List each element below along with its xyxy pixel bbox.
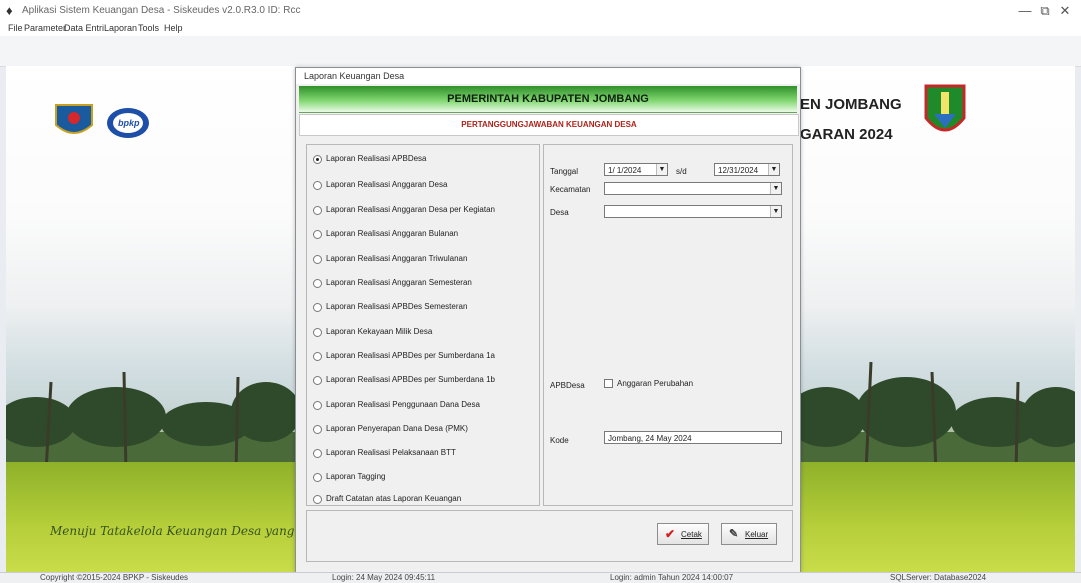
kode-label: Kode (550, 436, 569, 445)
radio-icon (313, 181, 322, 190)
radio-icon (313, 230, 322, 239)
cetak-button[interactable]: ✔ Cetak (657, 523, 709, 545)
app-icon: ♦ (6, 3, 13, 18)
window-title: Aplikasi Sistem Keuangan Desa - Siskeude… (22, 5, 301, 16)
toolbar (0, 36, 1081, 67)
region-heading-2: GARAN 2024 (800, 126, 893, 143)
exit-pen-icon: ✎ (729, 528, 739, 540)
anggaran-perubahan-checkbox[interactable]: Anggaran Perubahan (604, 379, 694, 389)
radio-icon (313, 449, 322, 458)
radio-icon (313, 328, 322, 337)
desa-label: Desa (550, 208, 569, 217)
region-heading-1: EN JOMBANG (800, 96, 902, 113)
menu-bar: File Parameter Data Entri Laporan Tools … (0, 22, 1081, 36)
status-database: SQLServer: Database2024 (890, 573, 987, 582)
date-from-value: 1/ 1/2024 (608, 166, 642, 175)
report-options-panel: Laporan Realisasi APBDesa Laporan Realis… (306, 144, 540, 506)
subbanner-text: PERTANGGUNGJAWABAN KEUANGAN DESA (461, 120, 637, 129)
dialog-subbanner: PERTANGGUNGJAWABAN KEUANGAN DESA (299, 114, 799, 136)
radio-icon (313, 279, 322, 288)
checkmark-icon: ✔ (665, 527, 676, 541)
radio-icon (313, 206, 322, 215)
dialog-banner: PEMERINTAH KABUPATEN JOMBANG (299, 86, 797, 113)
desa-select[interactable]: ▼ (604, 205, 782, 218)
apbdesa-label: APBDesa (550, 381, 585, 390)
dialog-titlebar: Laporan Keuangan Desa (296, 68, 800, 84)
radio-icon (313, 495, 322, 504)
status-user: Login: admin Tahun 2024 14:00:07 (610, 573, 734, 582)
emblem-logo (52, 103, 96, 141)
window-titlebar: ♦ Aplikasi Sistem Keuangan Desa - Siskeu… (0, 0, 1081, 22)
laporan-dialog: Laporan Keuangan Desa PEMERINTAH KABUPAT… (295, 67, 801, 573)
menu-laporan[interactable]: Laporan (104, 23, 137, 33)
kecamatan-label: Kecamatan (550, 185, 591, 194)
chevron-down-icon[interactable]: ▼ (770, 206, 781, 217)
kode-input[interactable]: Jombang, 24 May 2024 (604, 431, 782, 444)
checkbox-icon (604, 379, 613, 389)
radio-selected-icon (313, 155, 322, 164)
menu-file[interactable]: File (8, 23, 23, 33)
radio-icon (313, 255, 322, 264)
report-parameters-panel: Tanggal 1/ 1/2024 ▼ s/d 12/31/2024 ▼ Kecam… (543, 144, 793, 506)
status-login-time: Login: 24 May 2024 09:45:11 (332, 573, 436, 582)
radio-icon (313, 303, 322, 312)
chevron-down-icon[interactable]: ▼ (768, 164, 779, 175)
radio-icon (313, 376, 322, 385)
kecamatan-select[interactable]: ▼ (604, 182, 782, 195)
radio-icon (313, 425, 322, 434)
menu-help[interactable]: Help (164, 23, 183, 33)
bpkp-logo-text: bpkp (118, 118, 140, 128)
keluar-button[interactable]: ✎ Keluar (721, 523, 777, 545)
tagline-text: Menuju Tatakelola Keuangan Desa yang Al (50, 524, 311, 538)
chevron-down-icon[interactable]: ▼ (770, 183, 781, 194)
sd-label: s/d (676, 167, 687, 176)
date-to-picker[interactable]: 12/31/2024 ▼ (714, 163, 780, 176)
date-from-picker[interactable]: 1/ 1/2024 ▼ (604, 163, 668, 176)
radio-icon (313, 401, 322, 410)
cetak-label: Cetak (681, 530, 702, 539)
jombang-crest-logo (924, 84, 966, 142)
keluar-label: Keluar (745, 530, 769, 539)
status-copyright: Copyright ©2015-2024 BPKP - Siskeudes (40, 573, 189, 582)
anggaran-perubahan-label: Anggaran Perubahan (617, 379, 694, 388)
menu-tools[interactable]: Tools (138, 23, 159, 33)
menu-data-entri[interactable]: Data Entri (64, 23, 104, 33)
tanggal-label: Tanggal (550, 167, 579, 176)
radio-icon (313, 352, 322, 361)
radio-icon (313, 473, 322, 482)
kode-value: Jombang, 24 May 2024 (608, 434, 692, 443)
bpkp-logo: bpkp (105, 106, 151, 140)
dialog-button-bar: ✔ Cetak ✎ Keluar (306, 510, 793, 562)
dialog-title: Laporan Keuangan Desa (304, 71, 405, 81)
menu-parameter[interactable]: Parameter (24, 23, 66, 33)
close-button[interactable]: ✕ (1050, 3, 1080, 19)
status-bar: Copyright ©2015-2024 BPKP - Siskeudes Lo… (0, 572, 1081, 583)
date-to-value: 12/31/2024 (718, 166, 759, 175)
chevron-down-icon[interactable]: ▼ (656, 164, 667, 175)
banner-text: PEMERINTAH KABUPATEN JOMBANG (447, 93, 649, 105)
